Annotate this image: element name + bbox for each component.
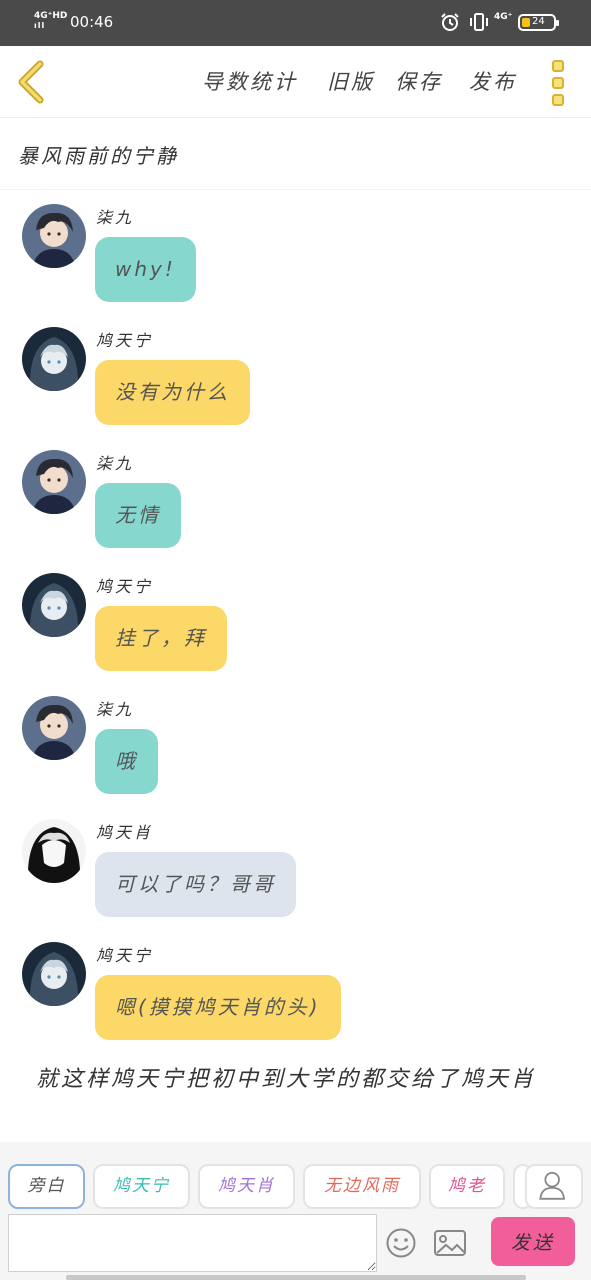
sender-name: 柒九: [96, 208, 135, 227]
save-button[interactable]: 保存: [395, 66, 443, 96]
user-icon: [539, 1171, 566, 1200]
avatar[interactable]: [22, 327, 86, 391]
battery-icon: 24: [518, 14, 559, 31]
battery-level: 24: [532, 16, 545, 27]
role-selector-bar: 旁白 鸠天宁 鸠天肖 无边风雨 鸠老: [0, 1142, 591, 1212]
story-title[interactable]: 暴风雨前的宁静: [18, 140, 179, 169]
signal-icon: ıll: [34, 21, 46, 30]
image-icon[interactable]: [433, 1228, 467, 1258]
emoji-icon[interactable]: [385, 1227, 417, 1259]
avatar[interactable]: [22, 204, 86, 268]
avatar[interactable]: [22, 573, 86, 637]
role-manage-button[interactable]: [525, 1164, 583, 1209]
message-bubble[interactable]: 无情: [95, 483, 181, 548]
sender-name: 柒九: [96, 700, 135, 719]
sender-name: 鸠天肖: [96, 823, 154, 842]
old-version-button[interactable]: 旧版: [327, 66, 375, 96]
message-bubble[interactable]: why!: [95, 237, 196, 302]
avatar[interactable]: [22, 942, 86, 1006]
send-button[interactable]: 发送: [491, 1217, 575, 1266]
clock: 00:46: [70, 13, 114, 31]
network-indicator: 4G⁺HD ıll: [34, 11, 67, 31]
role-chip-jiu-lao[interactable]: 鸠老: [429, 1164, 505, 1209]
stats-button[interactable]: 导数统计: [202, 66, 298, 96]
mobile-data-label: 4G⁺: [494, 12, 513, 22]
story-title-bar: 暴风雨前的宁静: [0, 118, 591, 190]
status-bar: 4G⁺HD ıll 00:46 4G⁺ 24: [0, 0, 591, 46]
home-indicator[interactable]: [66, 1275, 526, 1280]
role-chip-jiu-tianxiao[interactable]: 鸠天肖: [198, 1164, 295, 1209]
role-chip-narrator[interactable]: 旁白: [8, 1164, 85, 1209]
sender-name: 柒九: [96, 454, 135, 473]
sender-name: 鸠天宁: [96, 331, 154, 350]
vibrate-icon: [470, 13, 488, 31]
avatar[interactable]: [22, 696, 86, 760]
avatar[interactable]: [22, 819, 86, 883]
role-chip-jiu-tianning[interactable]: 鸠天宁: [93, 1164, 190, 1209]
publish-button[interactable]: 发布: [469, 66, 517, 96]
network-label: 4G⁺HD: [34, 11, 68, 21]
message-bubble[interactable]: 嗯(摸摸鸠天肖的头): [95, 975, 341, 1040]
avatar[interactable]: [22, 450, 86, 514]
sender-name: 鸠天宁: [96, 577, 154, 596]
top-bar: 导数统计 旧版 保存 发布: [0, 46, 591, 118]
alarm-icon: [441, 13, 459, 31]
message-input[interactable]: [8, 1214, 377, 1272]
message-bubble[interactable]: 挂了，拜: [95, 606, 227, 671]
more-menu-icon[interactable]: [548, 58, 568, 106]
role-chip-wubian-fengyu[interactable]: 无边风雨: [303, 1164, 421, 1209]
message-bubble[interactable]: 可以了吗？哥哥: [95, 852, 296, 917]
composer-bar: 发送: [0, 1212, 591, 1280]
sender-name: 鸠天宁: [96, 946, 154, 965]
narration-text[interactable]: 就这样鸠天宁把初中到大学的都交给了鸠天肖: [36, 1062, 566, 1097]
back-arrow-icon[interactable]: [14, 60, 48, 104]
message-bubble[interactable]: 没有为什么: [95, 360, 250, 425]
message-bubble[interactable]: 哦: [95, 729, 158, 794]
